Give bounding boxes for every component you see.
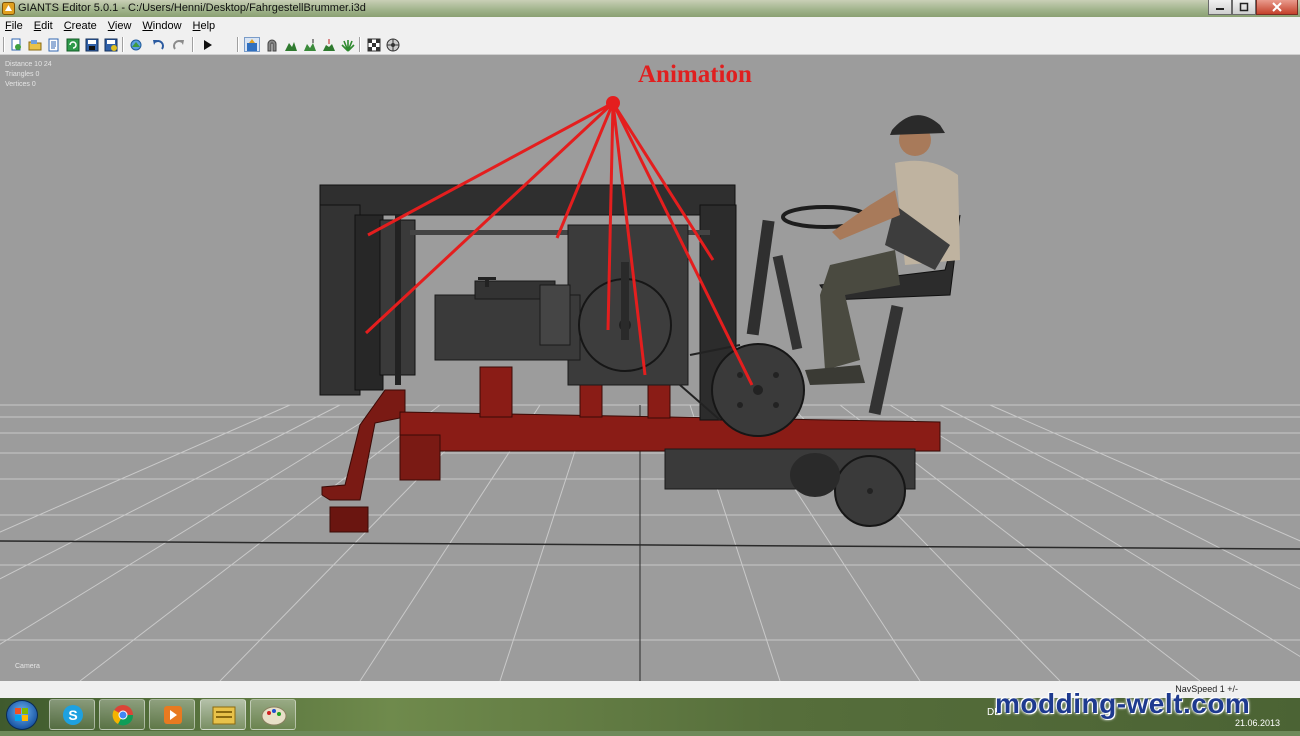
open-file-icon [28,39,42,50]
close-button[interactable] [1256,0,1298,15]
paint-texture-icon [367,38,381,51]
window-title: GIANTS Editor 5.0.1 - C:/Users/Henni/Des… [18,2,366,14]
terrain-raise-icon [285,41,297,51]
taskbar-chrome[interactable] [99,699,145,730]
save-button[interactable] [84,37,100,52]
foliage-icon [341,39,355,52]
hud-triangles: Triangles 0 [5,71,40,78]
3d-viewport[interactable]: Distance 10 24 Triangles 0 Vertices 0 An… [0,55,1300,681]
save-all-icon [104,38,118,51]
play-button[interactable] [200,37,216,52]
import-icon [48,38,59,51]
save-icon [85,38,99,51]
terrain-smooth-icon [304,38,316,51]
taskbar-media-player[interactable] [149,699,195,730]
refresh-button[interactable] [65,37,81,52]
scene-icon [130,39,142,50]
toolbar-separator [192,37,194,52]
play-icon [204,39,212,50]
import-button[interactable] [46,37,62,52]
giants-app-icon [2,2,15,15]
terrain-flatten-button[interactable] [321,37,337,52]
new-file-icon [11,38,21,50]
terrain-raise-button[interactable] [283,37,299,52]
toolbar-grip [3,37,5,52]
select-button[interactable] [244,37,260,52]
title-bar: GIANTS Editor 5.0.1 - C:/Users/Henni/Des… [0,0,1300,17]
maximize-icon [1239,2,1249,12]
animation-annotation: Animation [638,61,752,88]
window-controls [1208,0,1298,15]
paint-color-button[interactable] [385,37,401,52]
magnet-icon [267,39,277,51]
foliage-button[interactable] [340,37,356,52]
select-icon [247,38,257,51]
minimize-icon [1216,8,1224,10]
menu-help[interactable]: Help [188,20,222,32]
menu-edit[interactable]: Edit [29,20,59,32]
refresh-icon [66,38,80,51]
magnet-button[interactable] [264,37,280,52]
camera-label: Camera [15,663,40,670]
viewport-stats: Distance 10 24 Triangles 0 Vertices 0 [5,60,52,90]
hud-vertices: Vertices 0 [5,81,36,88]
x-axis-line [0,540,1300,550]
toolbar-separator [359,37,361,52]
taskbar-skype[interactable]: S [49,699,95,730]
skype-icon: S [63,705,83,725]
media-player-icon [164,706,182,724]
undo-button[interactable] [150,37,166,52]
start-button[interactable] [6,700,38,730]
taskbar-paint[interactable] [250,699,296,730]
scene-render [0,96,1300,681]
windows-logo-icon [15,708,28,721]
paint-texture-button[interactable] [366,37,382,52]
svg-text:S: S [68,707,77,723]
redo-button[interactable] [171,37,187,52]
menu-window[interactable]: Window [137,20,187,32]
hud-distance: Distance 10 24 [5,61,52,68]
toolbar-separator [122,37,124,52]
menu-view[interactable]: View [103,20,138,32]
chrome-icon [112,705,134,726]
annotation-origin-dot [606,96,620,110]
files-icon [212,706,236,725]
save-all-button[interactable] [103,37,119,52]
minimize-button[interactable] [1208,0,1232,15]
close-icon [1272,2,1282,12]
taskbar-files[interactable] [200,699,246,730]
redo-icon [173,39,184,50]
menu-file[interactable]: File [0,20,29,32]
open-file-button[interactable] [27,37,43,52]
maximize-button[interactable] [1232,0,1256,15]
paint-color-icon [386,38,400,51]
watermark: modding-welt.com [995,688,1251,719]
terrain-smooth-button[interactable] [302,37,318,52]
menu-bar: File Edit Create View Window Help [0,17,1300,34]
paint-icon [261,706,287,726]
scene-button[interactable] [128,37,144,52]
undo-icon [153,39,164,50]
toolbar [0,34,1300,55]
menu-create[interactable]: Create [59,20,103,32]
new-file-button[interactable] [8,37,24,52]
toolbar-separator [237,37,239,52]
terrain-flatten-icon [323,38,335,51]
